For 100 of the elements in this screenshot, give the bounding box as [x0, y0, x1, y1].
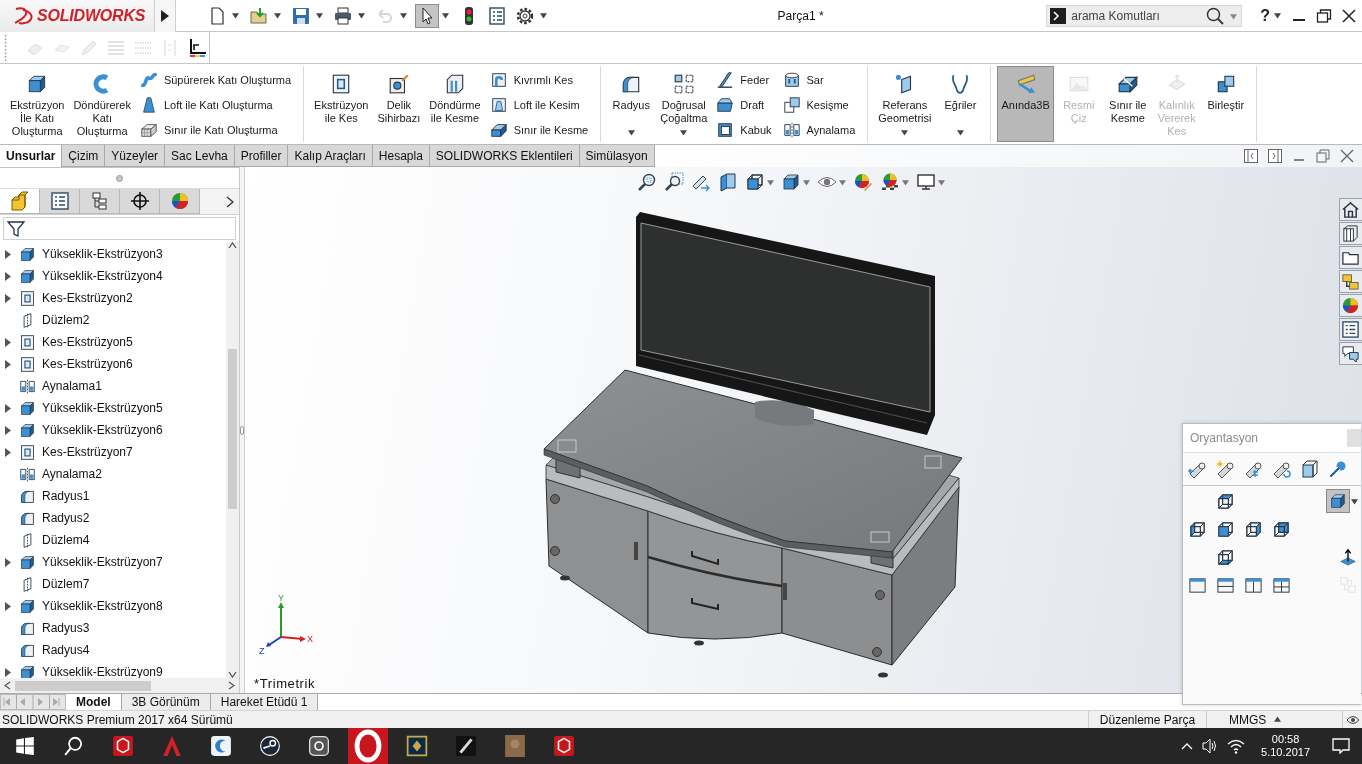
panel-tab[interactable] — [120, 189, 160, 214]
expand-arrow-icon[interactable] — [5, 667, 11, 677]
expand-arrow-icon[interactable] — [5, 293, 11, 303]
telescope-grid-icon[interactable] — [1244, 459, 1264, 479]
feature-tree-item[interactable]: Yükseklik-Ekstrüzyon9 — [42, 665, 163, 678]
expand-arrow-icon[interactable] — [5, 337, 11, 347]
telescope-cycle-icon[interactable] — [1272, 459, 1292, 479]
expand-arrow-icon[interactable] — [5, 271, 11, 281]
caret-down-icon[interactable] — [274, 12, 281, 19]
two-viewports-icon[interactable] — [1215, 575, 1235, 595]
ball-pencil-icon[interactable] — [853, 172, 873, 192]
caret-down-icon[interactable] — [1274, 12, 1281, 19]
view-tab[interactable]: 3B Görünüm — [121, 694, 211, 710]
stripe-tile-icon[interactable] — [454, 735, 477, 757]
cube-left-face-icon[interactable] — [1187, 519, 1207, 539]
feature-tree-item[interactable]: Radyus4 — [42, 643, 90, 657]
task-pane-tab[interactable] — [1339, 222, 1362, 245]
feature-tree-item[interactable]: Yükseklik-Ekstrüzyon5 — [42, 401, 163, 415]
feature-tree-item[interactable]: Yükseklik-Ekstrüzyon6 — [42, 423, 163, 437]
feature-tree-item[interactable]: Yükseklik-Ekstrüzyon7 — [42, 555, 163, 569]
feature-tree-item[interactable]: Kes-Ekstrüzyon6 — [42, 357, 133, 371]
caret-down-icon[interactable] — [358, 12, 365, 19]
shaded-cube-icon[interactable] — [781, 172, 801, 192]
scroll-down-icon[interactable] — [228, 671, 237, 678]
zoom-area-icon[interactable] — [664, 172, 684, 192]
command-button[interactable]: Referans Geometrisi — [874, 66, 936, 142]
expand-button[interactable] — [155, 0, 176, 32]
expand-arrow-icon[interactable] — [5, 403, 11, 413]
zoom-fit-icon[interactable] — [637, 172, 657, 192]
ribbon-tab[interactable]: Sac Levha — [165, 145, 235, 167]
help-button[interactable]: ? — [1256, 6, 1274, 25]
wire-box-icon[interactable] — [1300, 459, 1320, 479]
command-button[interactable]: Feder — [716, 67, 772, 92]
command-button[interactable]: Kesişme — [782, 92, 856, 117]
command-button[interactable]: Kabuk — [716, 117, 772, 142]
command-button[interactable]: Ekstrüzyon İle Katı Oluşturma — [6, 66, 69, 142]
splitter-grip-icon[interactable] — [240, 425, 244, 435]
command-button[interactable]: Süpürerek Katı Oluşturma — [139, 67, 292, 92]
task-pane-tab[interactable] — [1339, 198, 1362, 221]
caret-down-icon[interactable] — [901, 129, 909, 136]
ribbon-tab[interactable]: Simülasyon — [579, 145, 655, 167]
ring-tile-icon[interactable] — [347, 728, 388, 764]
task-pane-tab[interactable] — [1339, 318, 1362, 341]
expand-arrow-icon[interactable] — [5, 249, 11, 259]
command-button[interactable]: Sınır ile Katı Oluşturma — [139, 117, 292, 142]
telescope-star-icon[interactable] — [1216, 459, 1236, 479]
scrollbar-thumb[interactable] — [15, 680, 151, 691]
close-icon[interactable] — [1341, 7, 1357, 24]
command-button[interactable]: Sınır ile Kesme — [1103, 66, 1152, 142]
command-button[interactable]: Doğrusal Çoğaltma — [656, 66, 712, 142]
feature-tree-item[interactable]: Radyus1 — [42, 489, 90, 503]
feature-tree-item[interactable]: Kes-Ekstrüzyon7 — [42, 445, 133, 459]
section-block-icon[interactable] — [718, 172, 738, 192]
caret-down-icon[interactable] — [803, 178, 810, 186]
unit-system-text[interactable]: MMGS — [1229, 712, 1267, 727]
command-button[interactable]: Kıvrımlı Kes — [489, 67, 589, 92]
two-columns-viewport-icon[interactable] — [1243, 575, 1263, 595]
crescent-logo-icon[interactable] — [209, 735, 232, 757]
feature-tree-item[interactable]: Kes-Ekstrüzyon5 — [42, 335, 133, 349]
expand-arrow-icon[interactable] — [5, 601, 11, 611]
cube-right-face-icon[interactable] — [1243, 519, 1263, 539]
command-button[interactable]: Döndürme ile Kesme — [425, 66, 485, 142]
task-pane-tab[interactable] — [1339, 294, 1362, 317]
hexagon-badge-icon[interactable] — [111, 735, 134, 757]
caret-down-icon[interactable] — [627, 129, 635, 136]
command-button[interactable]: Sınır ile Kesme — [489, 117, 589, 142]
cube-bottom-face-icon[interactable] — [1215, 547, 1235, 567]
cube-front-face-icon[interactable] — [1215, 519, 1235, 539]
caret-down-icon[interactable] — [540, 12, 547, 19]
collapse-dot-icon[interactable] — [116, 174, 123, 182]
select-button[interactable] — [415, 3, 439, 28]
chevron-up-icon[interactable] — [1181, 742, 1194, 750]
monitor-icon[interactable] — [916, 172, 936, 192]
framed-tile-icon[interactable] — [405, 735, 428, 757]
feature-tree-item[interactable]: Radyus3 — [42, 621, 90, 635]
command-button[interactable]: Loft ile Kesim — [489, 92, 589, 117]
cube-back-face-icon[interactable] — [1271, 519, 1291, 539]
search-icon[interactable] — [62, 735, 85, 757]
caret-down-icon[interactable] — [442, 12, 449, 19]
feature-tree-item[interactable]: Yükseklik-Ekstrüzyon4 — [42, 269, 163, 283]
filter-field[interactable] — [3, 217, 236, 240]
ribbon-tab[interactable]: Profiller — [234, 145, 289, 167]
scroll-right-icon[interactable] — [228, 681, 235, 690]
windows-logo-icon[interactable] — [13, 735, 36, 757]
expand-arrow-icon[interactable] — [5, 359, 11, 369]
four-viewports-icon[interactable] — [1271, 575, 1291, 595]
ball-checker-icon[interactable] — [880, 172, 900, 192]
command-button[interactable]: Eğriler — [936, 66, 985, 142]
task-pane-tab[interactable] — [1339, 342, 1362, 365]
feature-tree-item[interactable]: Düzlem7 — [42, 577, 90, 591]
feature-tree-item[interactable]: Kes-Ekstrüzyon2 — [42, 291, 133, 305]
scroll-up-icon[interactable] — [228, 242, 237, 249]
scrollbar-thumb[interactable] — [228, 349, 237, 509]
search-field[interactable]: arama Komutları — [1046, 4, 1243, 27]
command-button[interactable]: Anında3B — [997, 66, 1054, 142]
restore-icon[interactable] — [1316, 7, 1332, 24]
ribbon-tab[interactable]: Kalıp Araçları — [288, 145, 373, 167]
hexagon-badge-icon[interactable] — [552, 735, 575, 757]
view-tab[interactable]: Hareket Etüdü 1 — [210, 694, 319, 710]
command-button[interactable]: Delik Sihirbazı — [373, 66, 425, 142]
